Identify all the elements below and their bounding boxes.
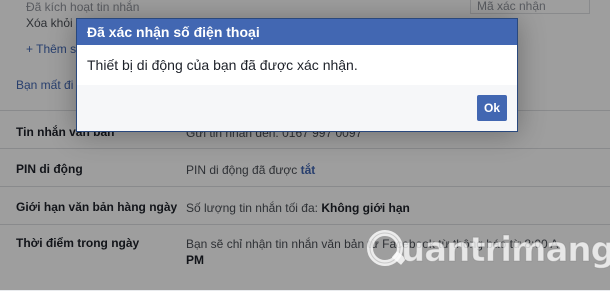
dialog-title: Đã xác nhận số điện thoại [77,19,517,45]
ok-button[interactable]: Ok [477,95,507,121]
dialog-footer: Ok [77,85,517,131]
confirmation-dialog: Đã xác nhận số điện thoại Thiết bị di độ… [76,18,518,132]
dialog-message: Thiết bị di động của bạn đã được xác nhậ… [77,45,517,86]
